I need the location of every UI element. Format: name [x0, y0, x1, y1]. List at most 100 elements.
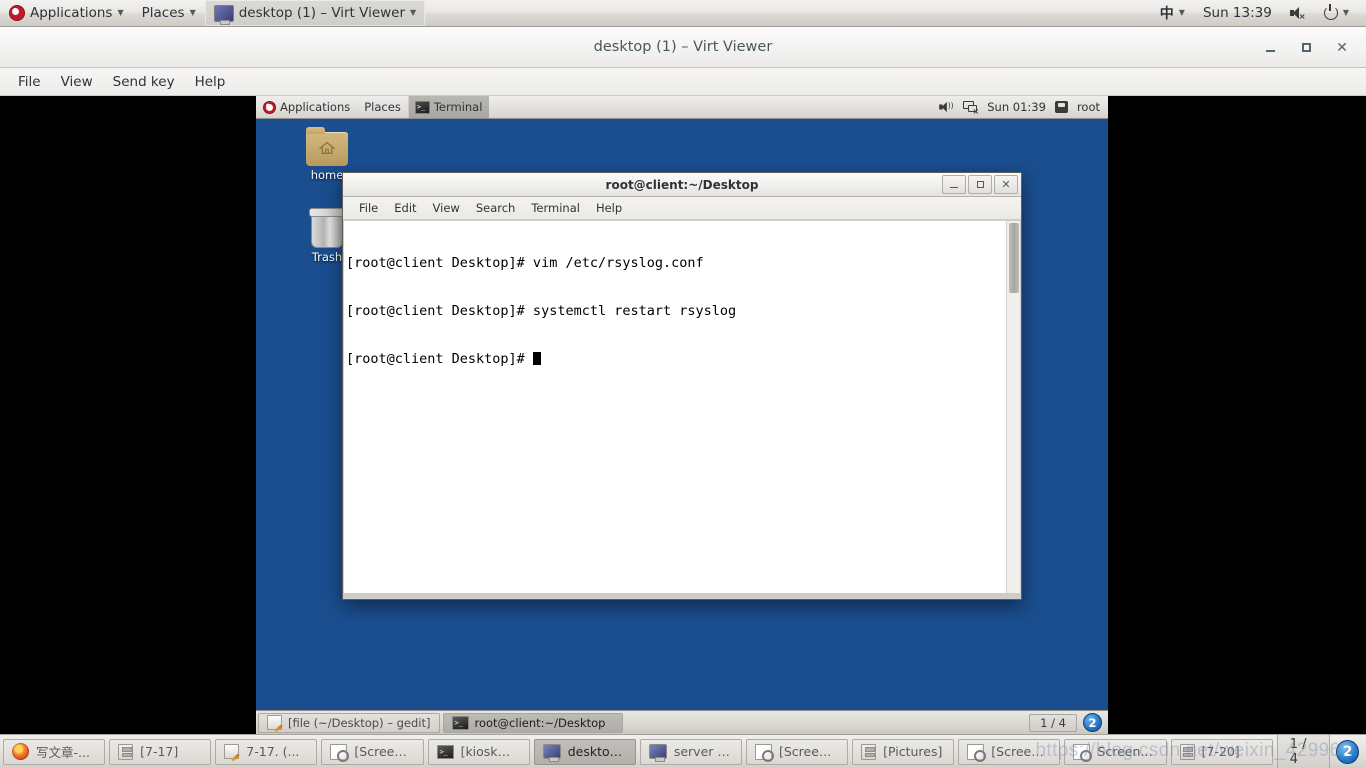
host-task-label: [Screens... [991, 744, 1052, 759]
host-task-server-vm[interactable]: server (... [639, 738, 742, 765]
host-task-screenshot-4[interactable]: Screens... [1064, 738, 1167, 765]
terminal-menu-help[interactable]: Help [588, 199, 630, 217]
monitor-icon [648, 744, 667, 762]
host-task-label: [Pictures] [883, 744, 943, 759]
chevron-down-icon: ▼ [1178, 8, 1185, 17]
host-workspace-badge[interactable]: 2 [1336, 739, 1360, 764]
host-top-panel: Applications ▼ Places ▼ desktop (1) – Vi… [0, 0, 1366, 27]
vm-taskbar: [file (~/Desktop) – gedit] >_ root@clien… [256, 710, 1108, 734]
terminal-minimize-button[interactable] [942, 175, 966, 194]
vm-task-terminal[interactable]: >_ root@client:~/Desktop [442, 712, 623, 733]
vm-applications-menu[interactable]: Applications [256, 96, 357, 118]
terminal-line: [root@client Desktop]# vim /etc/rsyslog.… [346, 255, 704, 271]
vm-viewport-area: Applications Places >_ Terminal )) × Sun… [0, 96, 1366, 734]
terminal-menu-view[interactable]: View [425, 199, 468, 217]
host-task-label: Screens... [1097, 744, 1158, 759]
screenshot-icon [754, 743, 774, 762]
gedit-icon [224, 744, 240, 759]
minimize-button[interactable] [1262, 40, 1278, 56]
terminal-title: root@client:~/Desktop [605, 177, 759, 192]
terminal-output[interactable]: [root@client Desktop]# vim /etc/rsyslog.… [344, 221, 1006, 593]
applications-menu[interactable]: Applications ▼ [0, 0, 133, 26]
vm-task-gedit[interactable]: [file (~/Desktop) – gedit] [258, 712, 440, 733]
vm-task-gedit-label: [file (~/Desktop) – gedit] [288, 715, 431, 730]
virt-viewer-titlebar: desktop (1) – Virt Viewer ✕ [0, 27, 1366, 68]
file-manager-icon [1179, 743, 1195, 760]
places-menu[interactable]: Places ▼ [133, 0, 205, 26]
host-task-screenshot-3[interactable]: [Screens... [958, 738, 1061, 765]
vm-window-button-label: Terminal [433, 100, 483, 114]
vm-clock-label[interactable]: Sun 01:39 [987, 100, 1046, 114]
menu-help[interactable]: Help [185, 71, 236, 93]
terminal-cursor [532, 352, 541, 365]
firefox-icon [12, 743, 29, 760]
terminal-maximize-button[interactable] [968, 175, 992, 194]
network-disconnected-icon[interactable]: × [963, 100, 979, 116]
vm-window-button-terminal[interactable]: >_ Terminal [407, 96, 490, 118]
screen-root: Applications ▼ Places ▼ desktop (1) – Vi… [0, 0, 1366, 768]
house-glyph-icon [318, 141, 336, 154]
terminal-close-button[interactable]: ✕ [994, 175, 1018, 194]
places-menu-label: Places [141, 5, 185, 21]
terminal-window[interactable]: root@client:~/Desktop ✕ File Edit View S… [342, 172, 1022, 600]
menu-send-key[interactable]: Send key [103, 71, 185, 93]
maximize-button[interactable] [1298, 40, 1314, 56]
terminal-scrollbar-thumb[interactable] [1009, 223, 1019, 293]
user-icon [1054, 101, 1068, 113]
vm-user-label[interactable]: root [1077, 100, 1100, 114]
terminal-icon: >_ [414, 100, 430, 114]
gedit-icon [267, 715, 282, 730]
host-task-desktop-vm[interactable]: desktop... [533, 738, 636, 765]
terminal-menu-terminal[interactable]: Terminal [523, 199, 588, 217]
host-task-label: desktop... [567, 744, 627, 759]
terminal-body[interactable]: [root@client Desktop]# vim /etc/rsyslog.… [344, 221, 1020, 593]
close-button[interactable]: ✕ [1334, 40, 1350, 56]
screenshot-icon [967, 743, 987, 762]
active-window-menu[interactable]: desktop (1) – Virt Viewer ▼ [204, 0, 426, 26]
speaker-icon[interactable]: )) [939, 101, 954, 113]
input-method-indicator[interactable]: 中 ▼ [1151, 0, 1194, 26]
host-task-screenshot-2[interactable]: [Screens... [745, 738, 849, 765]
menu-view[interactable]: View [51, 71, 103, 93]
vm-workspace-switcher[interactable]: 1 / 4 2 [1029, 713, 1106, 732]
vm-workspace-badge[interactable]: 2 [1083, 713, 1102, 732]
chevron-down-icon: ▼ [117, 8, 124, 17]
host-task-gedit-717[interactable]: 7-17. (... [215, 738, 318, 765]
host-task-filemanager-717[interactable]: [7-17] [109, 738, 212, 765]
fedora-logo-icon [263, 100, 276, 114]
vm-places-label: Places [364, 100, 401, 114]
terminal-menu-file[interactable]: File [351, 199, 386, 217]
monitor-icon [542, 744, 561, 762]
terminal-scrollbar[interactable] [1006, 221, 1020, 593]
terminal-menu-search[interactable]: Search [468, 199, 524, 217]
host-task-filemanager-720[interactable]: [7-20] [1170, 738, 1273, 765]
host-task-kiosk-terminal[interactable]: >_ [kiosk@... [427, 738, 530, 765]
host-task-firefox[interactable]: 写文章-... [3, 738, 106, 765]
host-task-label: [Screens... [354, 744, 415, 759]
vm-task-terminal-label: root@client:~/Desktop [474, 715, 606, 730]
terminal-menubar: File Edit View Search Terminal Help [343, 197, 1021, 220]
menu-file[interactable]: File [8, 71, 51, 93]
volume-indicator[interactable]: × [1281, 0, 1315, 26]
host-task-label: [Screens... [778, 744, 840, 759]
file-manager-icon [861, 743, 877, 760]
virt-viewer-menubar: File View Send key Help [0, 68, 1366, 96]
terminal-menu-edit[interactable]: Edit [386, 199, 424, 217]
vm-screen[interactable]: Applications Places >_ Terminal )) × Sun… [256, 96, 1108, 734]
host-task-screenshot-1[interactable]: [Screens... [321, 738, 424, 765]
vm-places-menu[interactable]: Places [357, 96, 408, 118]
applications-menu-label: Applications [30, 5, 113, 21]
system-menu[interactable]: ▼ [1315, 0, 1358, 26]
host-task-pictures[interactable]: [Pictures] [852, 738, 955, 765]
host-task-label: [7-17] [140, 744, 179, 759]
clock[interactable]: Sun 13:39 [1194, 0, 1281, 26]
host-task-label: 7-17. (... [246, 744, 300, 759]
host-workspace-switcher[interactable]: 1 / 4 2 [1276, 733, 1363, 768]
clock-label: Sun 13:39 [1202, 5, 1272, 21]
trash-icon [309, 208, 349, 248]
host-task-label: [7-20] [1201, 744, 1240, 759]
monitor-icon [213, 4, 234, 25]
host-task-label: server (... [673, 744, 733, 759]
vm-workspace-count: 1 / 4 [1029, 713, 1077, 732]
chevron-down-icon: ▼ [410, 8, 417, 17]
